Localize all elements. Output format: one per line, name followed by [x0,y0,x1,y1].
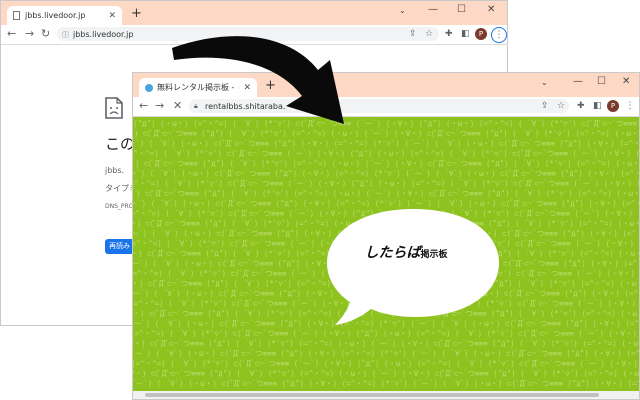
back-avatar[interactable]: P [475,28,487,40]
back-forward-icon[interactable]: → [25,27,34,41]
back-star-icon[interactable]: ☆ [425,28,433,40]
front-tab-favicon-icon [145,83,153,92]
front-share-icon[interactable]: ⇪ [541,100,549,112]
sad-page-icon [105,97,123,119]
pattern-row: (・∀・) ⊂(ﾟДﾟ⊂⌒`つ≡≡≡ ("д") ( ´∀`) (*'▽') (… [133,159,639,168]
back-tab[interactable]: jbbs.livedoor.jp ✕ [7,6,122,25]
speech-bubble [327,209,499,325]
front-star-icon[interactable]: ☆ [557,100,565,112]
back-tab-title: jbbs.livedoor.jp [25,11,86,20]
back-minimize-button[interactable]: — [428,3,438,17]
back-new-tab-button[interactable]: + [131,7,142,21]
pattern-row: ("д") (・ω・) (=^・^=) ( ´∀`) (*'▽') ⊂(ﾟДﾟ⊂… [133,179,639,188]
front-minimize-button[interactable]: — [573,75,583,89]
front-page-content: ("д") (・ω・) (=^・^=) ( ´∀`) (*'▽') ⊂(ﾟДﾟ⊂… [133,117,639,399]
front-dropdown-icon[interactable]: ⌄ [541,76,548,90]
back-tab-close-icon[interactable]: ✕ [108,11,116,21]
pattern-row: (*'▽') (´ー`) ( ´∀`) (・ω・) ⊂(ﾟДﾟ⊂⌒`つ≡≡≡ (… [133,169,639,178]
pattern-row: (・∀・) ⊂(ﾟДﾟ⊂⌒`つ≡≡≡ ("д") ( ´∀`) (*'▽') (… [133,129,639,138]
reload-page-button[interactable]: 再読み [105,239,135,254]
pattern-row: ("д") (・ω・) (=^・^=) ( ´∀`) (*'▽') ⊂(ﾟДﾟ⊂… [133,359,639,368]
front-forward-icon[interactable]: → [155,99,164,113]
back-share-icon[interactable]: ⇪ [409,28,417,40]
back-puzzle-icon[interactable]: ✚ [445,28,453,40]
front-avatar[interactable]: P [607,100,619,112]
front-close-button[interactable]: ✕ [622,75,630,89]
back-menu-kebab-icon[interactable]: ⋮ [491,27,507,43]
front-menu-kebab-icon[interactable]: ⋮ [623,99,637,113]
pattern-row: ("д") (・ω・) (=^・^=) ( ´∀`) (*'▽') ⊂(ﾟДﾟ⊂… [133,149,639,158]
back-info-icon[interactable]: ⓘ [62,30,69,40]
error-heading: この [105,135,136,153]
pattern-row: (*'▽') (´ー`) ( ´∀`) (・ω・) ⊂(ﾟДﾟ⊂⌒`つ≡≡≡ (… [133,349,639,358]
horizontal-scrollbar[interactable] [133,391,639,399]
back-reload-icon[interactable]: ↻ [41,27,50,41]
back-maximize-button[interactable]: ☐ [457,3,466,17]
pattern-row: (*'▽') (´ー`) ( ´∀`) (・ω・) ⊂(ﾟДﾟ⊂⌒`つ≡≡≡ (… [133,139,639,148]
front-maximize-button[interactable]: ☐ [597,75,606,89]
pattern-row: (・∀・) ⊂(ﾟДﾟ⊂⌒`つ≡≡≡ ("д") ( ´∀`) (*'▽') (… [133,369,639,378]
pattern-row: (*'▽') (´ー`) ( ´∀`) (・ω・) ⊂(ﾟДﾟ⊂⌒`つ≡≡≡ (… [133,379,639,388]
front-sidepanel-icon[interactable]: ◧ [593,100,602,112]
logo-text-small: 掲示板 [420,250,448,260]
horizontal-scrollbar-thumb[interactable] [145,393,599,397]
back-sidepanel-icon[interactable]: ◧ [461,28,470,40]
logo-text: したらば [364,245,421,261]
back-url-text[interactable]: jbbs.livedoor.jp [73,30,133,39]
error-domain-text: jbbs. [105,166,125,175]
transition-arrow-icon [172,36,344,124]
shitaraba-logo[interactable]: したらば掲示板 [347,242,465,262]
pattern-row: (・∀・) ⊂(ﾟДﾟ⊂⌒`つ≡≡≡ ("д") ( ´∀`) (*'▽') (… [133,189,639,198]
back-close-button[interactable]: ✕ [487,3,495,17]
back-tab-favicon-icon [13,11,20,20]
back-back-icon[interactable]: ← [7,27,16,41]
back-dropdown-icon[interactable]: ⌄ [399,4,406,18]
back-titlebar: jbbs.livedoor.jp ✕ + ⌄ — ☐ ✕ [1,1,507,25]
front-back-icon[interactable]: ← [139,99,148,113]
front-puzzle-icon[interactable]: ✚ [577,100,585,112]
pattern-row: (・∀・) ⊂(ﾟДﾟ⊂⌒`つ≡≡≡ ("д") ( ´∀`) (*'▽') (… [133,339,639,348]
